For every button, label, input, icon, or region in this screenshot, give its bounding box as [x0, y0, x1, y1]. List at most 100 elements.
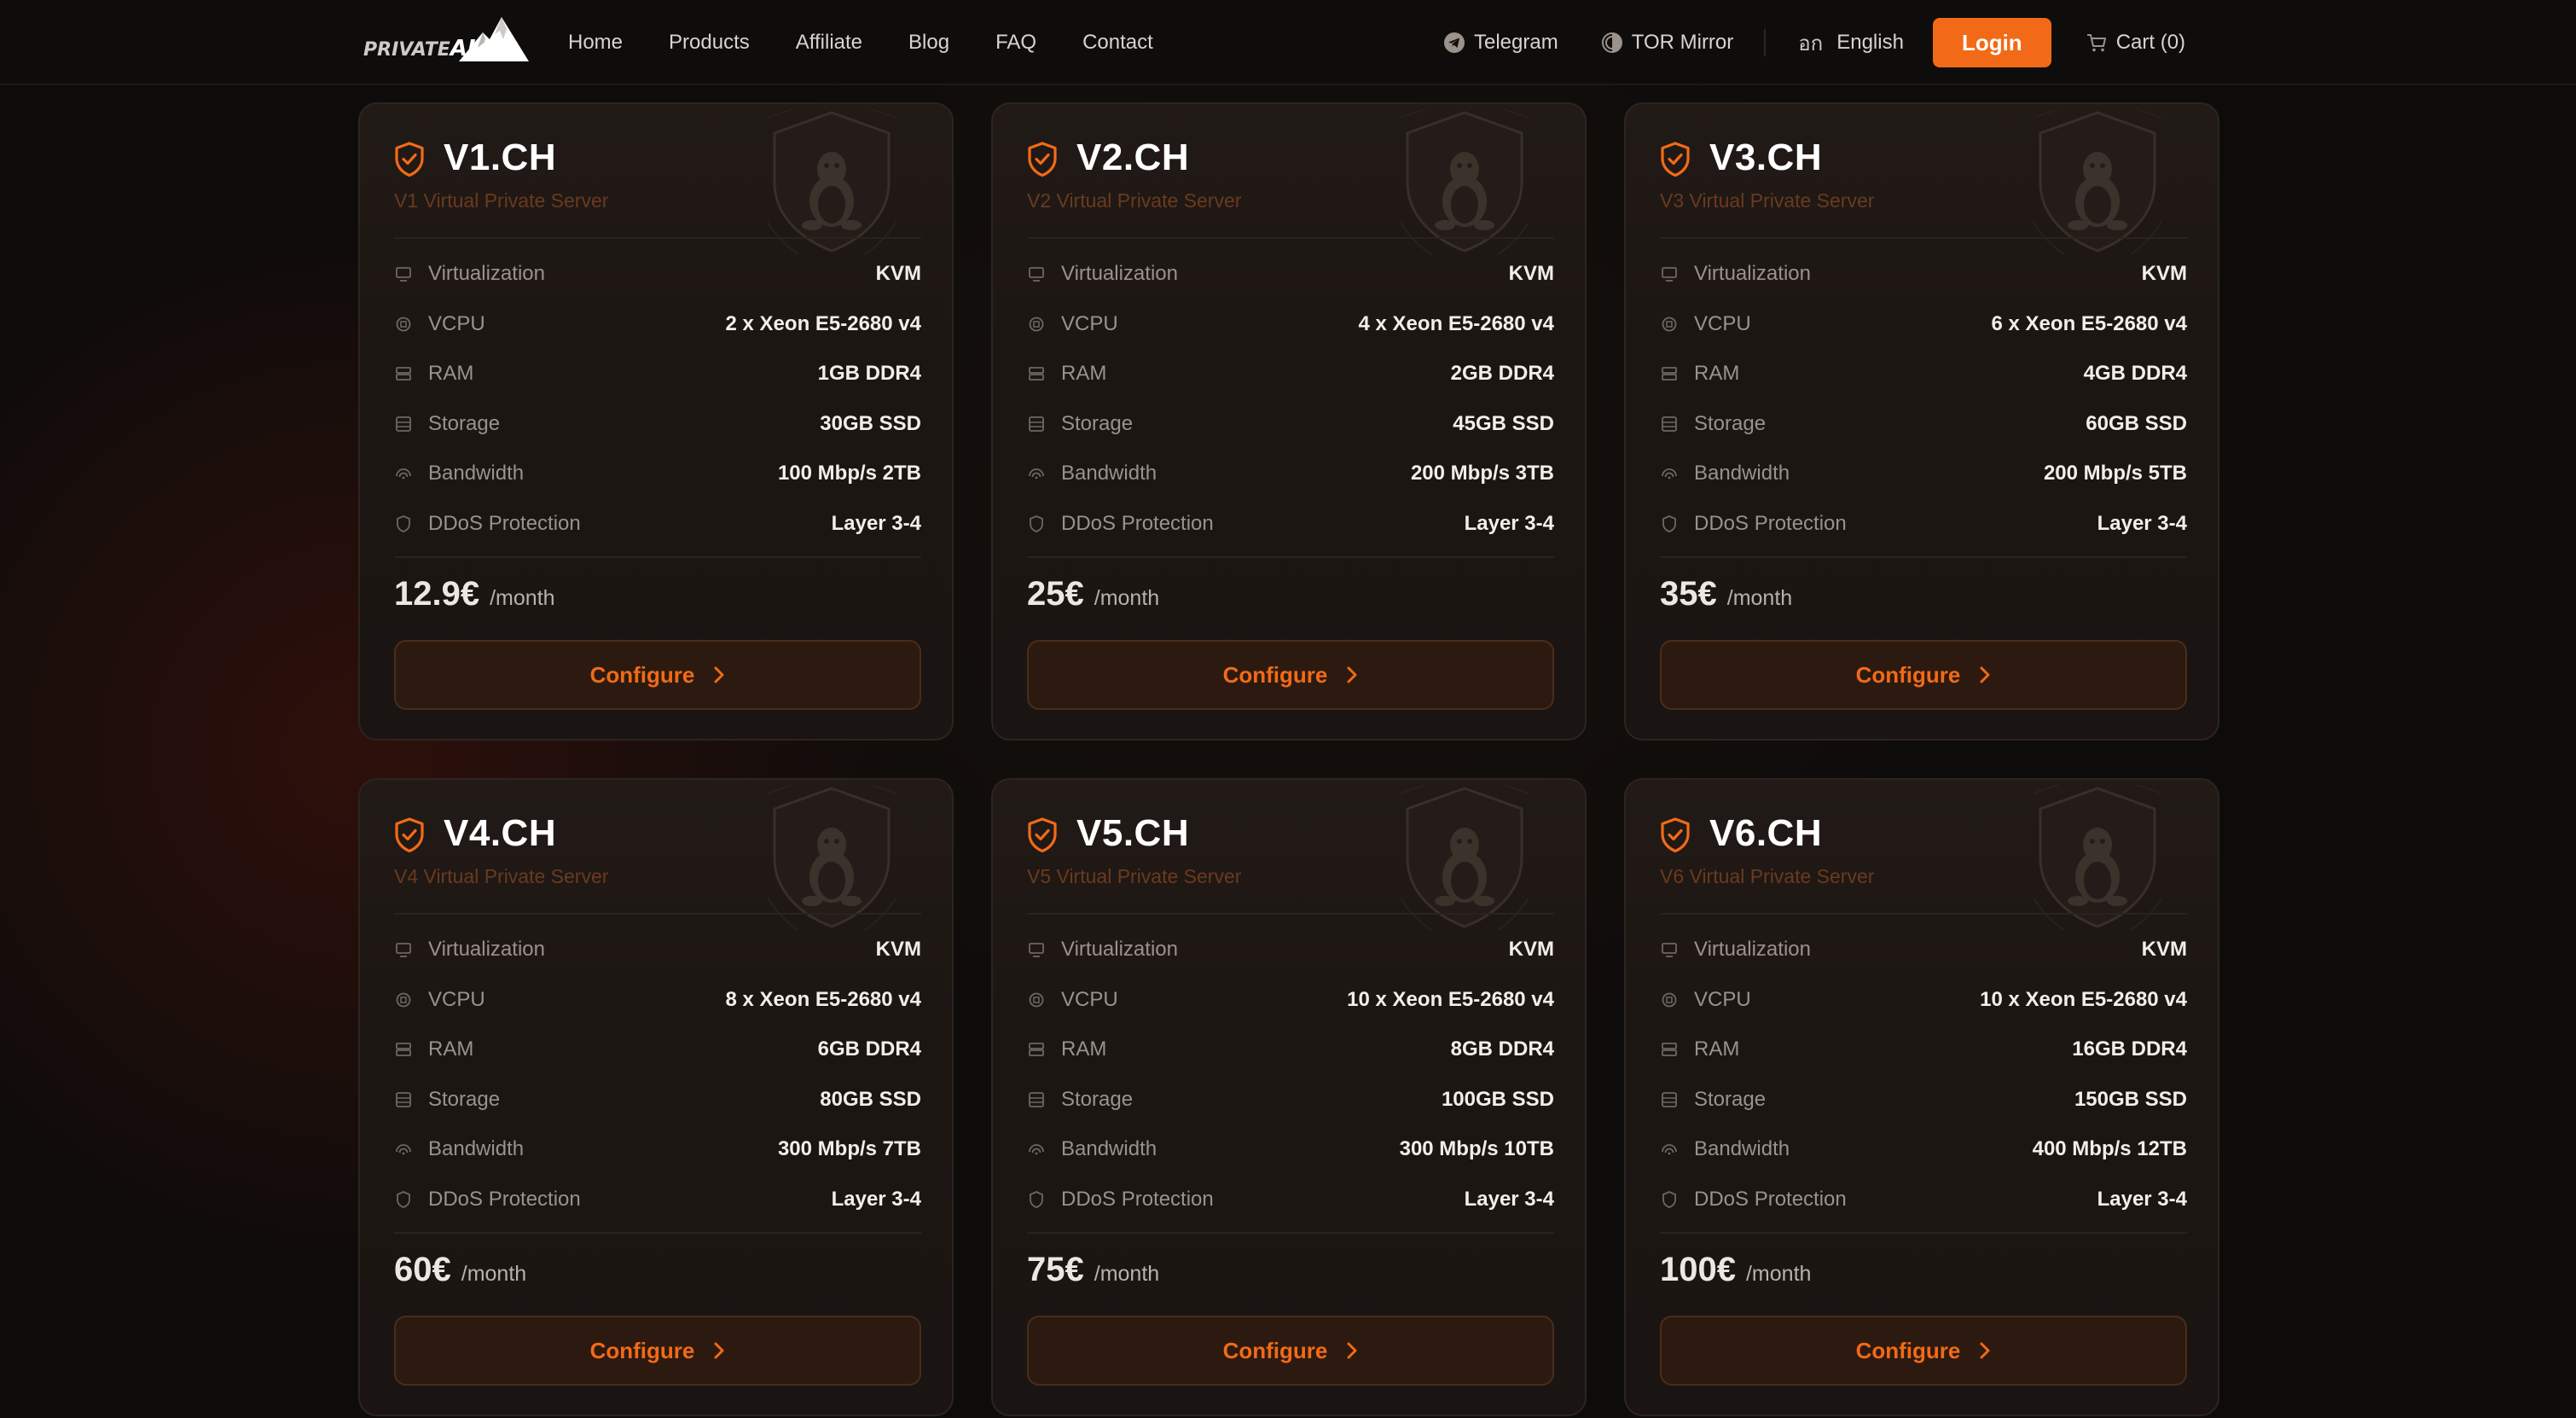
chevron-right-icon	[1347, 666, 1357, 683]
configure-button[interactable]: Configure	[1660, 640, 2187, 710]
configure-label: Configure	[1855, 661, 1961, 688]
cpu-icon	[396, 992, 411, 1007]
login-button[interactable]: Login	[1932, 18, 2051, 67]
spec-value: 100 Mbp/s 2TB	[777, 462, 921, 485]
spec-value: Layer 3-4	[831, 1187, 921, 1211]
spec-value: KVM	[2141, 938, 2187, 961]
spec-label-group: VCPU	[1660, 312, 1751, 336]
spec-label-group: Bandwidth	[1660, 462, 1790, 485]
plan-price: 60€ /month	[394, 1251, 526, 1289]
spec-label: Bandwidth	[1694, 1137, 1790, 1160]
database-icon	[1029, 416, 1044, 432]
card-divider	[1660, 237, 2187, 239]
plan-title: V6.CH	[1709, 812, 1823, 854]
spec-row-vcpu: VCPU 8 x Xeon E5-2680 v4	[394, 975, 921, 1025]
linux-shield-watermark-icon	[1401, 785, 1529, 930]
spec-label: RAM	[428, 362, 474, 385]
spec-label: RAM	[1694, 362, 1740, 385]
spec-value: 80GB SSD	[820, 1087, 921, 1111]
cart-label: Cart (0)	[2115, 31, 2186, 54]
spec-value: 4 x Xeon E5-2680 v4	[1358, 311, 1554, 335]
linux-shield-watermark-icon	[2034, 109, 2161, 254]
spec-row-virt: Virtualization KVM	[1660, 249, 2187, 299]
memory-icon	[1029, 1043, 1044, 1056]
plan-title: V5.CH	[1076, 812, 1190, 854]
plan-title: V2.CH	[1076, 137, 1190, 178]
nav-products[interactable]: Products	[669, 31, 750, 55]
database-icon	[1662, 416, 1677, 432]
configure-button[interactable]: Configure	[1660, 1316, 2187, 1386]
tor-onion-icon	[1601, 32, 1622, 53]
nav-blog[interactable]: Blog	[908, 31, 949, 55]
spec-row-virt: Virtualization KVM	[1027, 925, 1554, 974]
tor-mirror-link[interactable]: TOR Mirror	[1601, 31, 1733, 55]
memory-icon	[1662, 1043, 1677, 1056]
spec-label: Virtualization	[428, 262, 545, 285]
nav-faq[interactable]: FAQ	[995, 31, 1036, 55]
cart-icon	[2086, 34, 2106, 52]
cpu-icon	[1662, 992, 1677, 1007]
price-period: /month	[1726, 586, 1793, 610]
card-divider	[1027, 237, 1554, 239]
configure-button[interactable]: Configure	[1027, 1316, 1554, 1386]
spec-label: Virtualization	[1694, 262, 1811, 285]
spec-label-group: DDoS Protection	[1660, 512, 1847, 536]
telegram-icon	[1444, 32, 1465, 53]
language-selector[interactable]: อก English	[1798, 26, 1904, 60]
spec-value: 10 x Xeon E5-2680 v4	[1347, 987, 1554, 1011]
price-amount: 35€	[1660, 575, 1717, 613]
spec-label-group: RAM	[394, 362, 473, 386]
spec-label: Virtualization	[428, 938, 545, 961]
spec-value: 10 x Xeon E5-2680 v4	[1980, 987, 2187, 1011]
spec-label-group: VCPU	[1027, 988, 1118, 1012]
card-divider	[1027, 913, 1554, 915]
spec-row-storage: Storage 60GB SSD	[1660, 399, 2187, 449]
spec-row-bandwidth: Bandwidth 200 Mbp/s 5TB	[1660, 449, 2187, 498]
linux-shield-watermark-icon	[768, 785, 896, 930]
monitor-icon	[1662, 943, 1677, 957]
database-icon	[396, 1091, 411, 1107]
shield-check-icon	[395, 142, 424, 177]
configure-button[interactable]: Configure	[394, 1316, 921, 1386]
spec-label: Bandwidth	[1061, 1137, 1157, 1160]
chevron-right-icon	[1980, 666, 1990, 683]
plan-title: V3.CH	[1709, 137, 1823, 178]
spec-row-ddos: DDoS Protection Layer 3-4	[394, 499, 921, 549]
spec-value: KVM	[1508, 262, 1554, 285]
spec-row-storage: Storage 45GB SSD	[1027, 399, 1554, 449]
privatealps-logo[interactable]: PRIVATEALPS	[363, 14, 531, 65]
spec-label-group: DDoS Protection	[1660, 1188, 1847, 1212]
configure-button[interactable]: Configure	[394, 640, 921, 710]
plan-card-v5: V5.CH V5 Virtual Private Server Virtualiz…	[991, 778, 1587, 1416]
plan-title: V1.CH	[444, 137, 557, 178]
nav-contact[interactable]: Contact	[1082, 31, 1153, 55]
wifi-icon	[1662, 1144, 1677, 1155]
database-icon	[396, 416, 411, 432]
plan-card-v6: V6.CH V6 Virtual Private Server Virtualiz…	[1624, 778, 2219, 1416]
spec-label: RAM	[428, 1037, 474, 1061]
configure-button[interactable]: Configure	[1027, 640, 1554, 710]
spec-label-group: Bandwidth	[1660, 1137, 1790, 1161]
spec-row-storage: Storage 30GB SSD	[394, 399, 921, 449]
shield-check-icon	[1661, 817, 1690, 853]
spec-value: 2GB DDR4	[1450, 362, 1554, 385]
spec-row-vcpu: VCPU 6 x Xeon E5-2680 v4	[1660, 299, 2187, 349]
price-amount: 25€	[1027, 575, 1084, 613]
logo-word-alps: ALPS	[450, 36, 514, 61]
spec-label: DDoS Protection	[1694, 1187, 1847, 1211]
spec-label-group: Virtualization	[1027, 262, 1178, 286]
logo-wordmark: PRIVATEALPS	[363, 36, 513, 61]
telegram-link[interactable]: Telegram	[1443, 31, 1558, 55]
cart-link[interactable]: Cart (0)	[2086, 31, 2185, 55]
spec-row-bandwidth: Bandwidth 300 Mbp/s 7TB	[394, 1125, 921, 1174]
nav-affiliate[interactable]: Affiliate	[796, 31, 862, 55]
spec-label-group: RAM	[1027, 1037, 1106, 1061]
shield-icon	[1662, 1190, 1676, 1208]
spec-label-group: Storage	[1660, 1088, 1766, 1112]
memory-icon	[1029, 367, 1044, 381]
monitor-icon	[1662, 267, 1677, 282]
linux-shield-watermark-icon	[1401, 109, 1529, 254]
spec-label: Virtualization	[1694, 938, 1811, 961]
nav-home[interactable]: Home	[568, 31, 623, 55]
chevron-right-icon	[1347, 1342, 1357, 1359]
